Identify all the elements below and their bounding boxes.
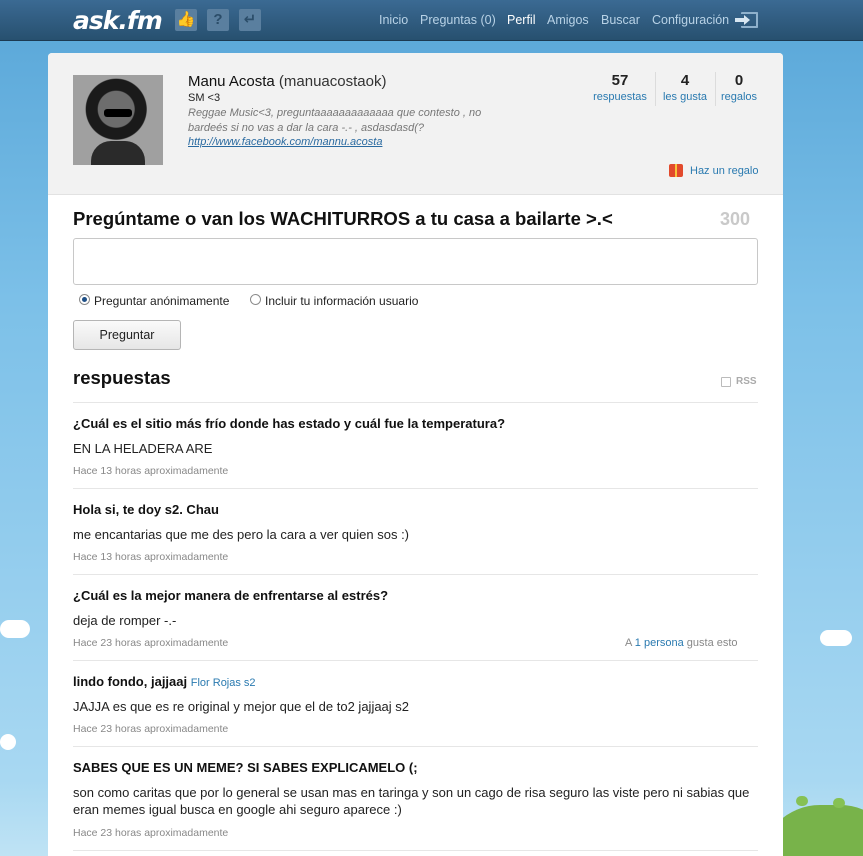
ask-fm-logo[interactable]: ask.fm [73,6,163,35]
list-item: ¿Cuál es el sitio más frío donde has est… [73,402,758,488]
profile-facebook-link[interactable]: http://www.facebook.com/mannu.acosta [188,136,382,148]
answer-timestamp[interactable]: Hace 13 horas aproximadamente [73,551,228,563]
answer-timestamp[interactable]: Hace 13 horas aproximadamente [73,465,228,477]
nav-buscar[interactable]: Buscar [601,13,640,27]
list-item: ¿Cuál es la mejor manera de enfrentarse … [73,574,758,660]
stat-regalos[interactable]: 0 regalos [719,72,759,103]
tree-decoration [796,796,808,806]
question-text: SABES QUE ES UN MEME? SI SABES EXPLICAME… [73,760,418,775]
profile-header: Manu Acosta (manuacostaok) SM <3 Reggae … [48,53,783,195]
profile-status: SM <3 [188,92,221,104]
like-icon[interactable]: 👍 [175,9,197,31]
stat-regalos-label[interactable]: regalos [719,91,759,103]
answer-timestamp[interactable]: Hace 23 horas aproximadamente [73,827,228,839]
likes-suffix: gusta esto [686,637,738,649]
answer-text: me encantarias que me des pero la cara a… [73,527,410,542]
character-counter: 300 [720,209,751,229]
profile-bio: Reggae Music<3, preguntaaaaaaaaaaaaa que… [188,107,482,134]
question-icon[interactable]: ? [207,9,229,31]
include-user-info-label[interactable]: Incluir tu información usuario [265,294,418,308]
stat-divider [655,72,656,106]
question-text: Hola si, te doy s2. Chau [73,502,219,517]
make-gift-link[interactable]: Haz un regalo [690,165,759,177]
profile-display-name: Manu Acosta [188,73,275,90]
cloud-decoration [820,630,852,646]
profile-name: Manu Acosta (manuacostaok) [188,73,386,90]
cloud-decoration [0,734,16,750]
profile-username: (manuacostaok) [278,73,387,90]
avatar[interactable] [73,75,163,165]
nav-configuracion[interactable]: Configuración [652,13,729,27]
nav-amigos[interactable]: Amigos [547,13,589,27]
answers-section-title: respuestas [73,367,171,388]
stat-les-gusta-count: 4 [680,72,690,89]
stat-respuestas[interactable]: 57 respuestas [591,72,649,103]
list-divider [73,850,758,856]
stat-les-gusta[interactable]: 4 les gusta [660,72,710,103]
tree-decoration [833,798,845,808]
stat-les-gusta-label[interactable]: les gusta [660,91,710,103]
ask-button[interactable]: Preguntar [73,320,181,350]
answer-text: deja de romper -.- [73,613,177,628]
top-navigation-bar: ask.fm 👍 ? ↵ Inicio Preguntas (0) Perfil… [0,0,863,41]
stat-respuestas-count: 57 [611,72,629,89]
stat-regalos-count: 0 [734,72,744,89]
nav-perfil[interactable]: Perfil [507,13,535,27]
likes-people-link[interactable]: 1 persona [635,637,684,649]
list-item: Hola si, te doy s2. Chau me encantarias … [73,488,758,574]
include-user-info-radio[interactable] [250,294,261,305]
asker-link[interactable]: Flor Rojas s2 [191,677,256,689]
anonymous-radio[interactable] [79,294,90,305]
profile-card: Manu Acosta (manuacostaok) SM <3 Reggae … [48,53,783,856]
question-input[interactable] [73,238,758,285]
rss-icon[interactable] [721,377,731,387]
question-text: lindo fondo, jajjaaj Flor Rojas s2 [73,674,256,689]
question-body: lindo fondo, jajjaaj [73,674,188,689]
reply-icon[interactable]: ↵ [239,9,261,31]
answer-text: son como caritas que por lo general se u… [73,785,750,817]
nav-inicio[interactable]: Inicio [379,13,408,27]
logout-icon[interactable] [735,12,758,28]
logo-fm-text: .fm [118,6,162,35]
nav-preguntas[interactable]: Preguntas (0) [420,13,496,27]
list-item: lindo fondo, jajjaaj Flor Rojas s2 JAJJA… [73,660,758,746]
ask-prompt-title: Pregúntame o van los WACHITURROS a tu ca… [73,208,613,229]
list-item: SABES QUE ES UN MEME? SI SABES EXPLICAME… [73,746,758,850]
cloud-decoration [0,620,30,638]
answer-timestamp[interactable]: Hace 23 horas aproximadamente [73,637,228,649]
likes-info: A 1 persona gusta esto [625,637,738,649]
answer-text: JAJJA es que es re original y mejor que … [73,699,410,714]
logo-text: ask [73,6,119,35]
likes-prefix: A [625,637,632,649]
rss-link[interactable]: RSS [736,376,757,387]
anonymous-radio-label[interactable]: Preguntar anónimamente [94,294,229,308]
answer-timestamp[interactable]: Hace 23 horas aproximadamente [73,723,228,735]
stat-divider [715,72,716,106]
stat-respuestas-label[interactable]: respuestas [591,91,649,103]
answer-text: EN LA HELADERA ARE [73,441,213,456]
question-text: ¿Cuál es el sitio más frío donde has est… [73,416,506,431]
question-text: ¿Cuál es la mejor manera de enfrentarse … [73,588,389,603]
gift-icon[interactable] [669,164,683,177]
